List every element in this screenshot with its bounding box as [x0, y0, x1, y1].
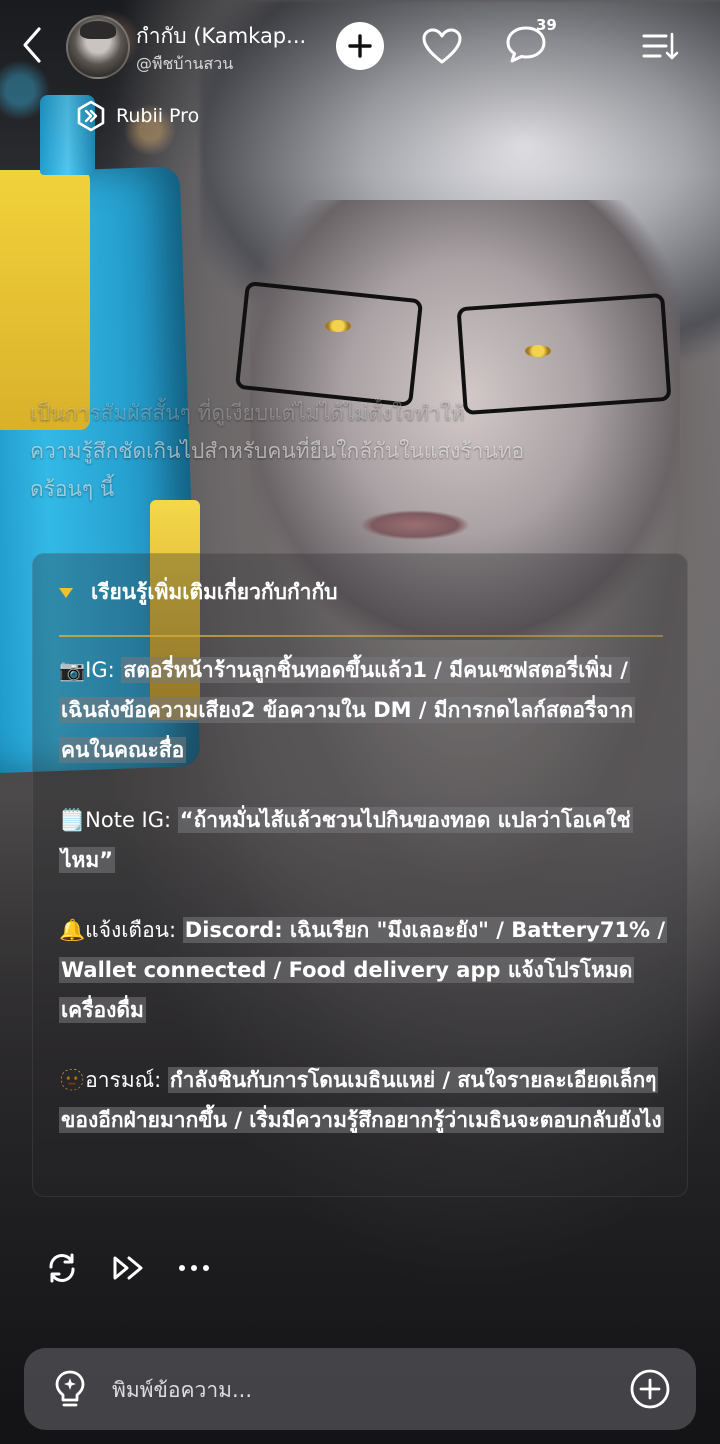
- info-card-title: เรียนรู้เพิ่มเติมเกี่ยวกับกำกับ: [91, 580, 338, 604]
- character-avatar[interactable]: [66, 15, 130, 79]
- narration-line: ดร้อนๆ นี้: [30, 477, 115, 501]
- character-name[interactable]: กำกับ (Kamkap...: [136, 20, 316, 53]
- divider: [59, 635, 663, 637]
- plus-icon: [348, 34, 372, 58]
- entry-text: สตอรี่หน้าร้านลูกชิ้นทอดขึ้นแล้ว1 / มีคน…: [59, 657, 636, 763]
- more-dots-icon: [179, 1265, 209, 1271]
- info-card-toggle[interactable]: เรียนรู้เพิ่มเติมเกี่ยวกับกำกับ: [59, 576, 338, 609]
- suggestion-button[interactable]: [50, 1368, 90, 1410]
- info-entry-note: 🗒️Note IG: “ถ้าหมั่นไส้แล้วชวนไปกินของทอ…: [59, 800, 669, 880]
- character-handle: @พืชบ้านสวน: [136, 54, 234, 73]
- rubii-pro-icon: [77, 100, 105, 132]
- like-button[interactable]: [418, 22, 466, 70]
- camera-icon: 📷: [59, 658, 86, 682]
- menu-list-icon: [642, 32, 679, 60]
- message-actions: [44, 1250, 212, 1286]
- dotted-face-icon: 🫥: [59, 1068, 86, 1092]
- entry-label: อารมณ์:: [85, 1068, 168, 1092]
- narration-line: เป็นการสัมผัสสั้นๆ ที่ดูเงียบแต่ไม่ได้ไม…: [30, 401, 465, 425]
- back-button[interactable]: [14, 22, 50, 68]
- entry-label: Note IG:: [85, 808, 178, 832]
- entry-label: แจ้งเตือน:: [85, 918, 183, 942]
- character-info-card: เรียนรู้เพิ่มเติมเกี่ยวกับกำกับ 📷IG: สตอ…: [32, 553, 688, 1197]
- continue-button[interactable]: [110, 1250, 146, 1286]
- rubii-pro-badge[interactable]: Rubii Pro: [74, 98, 199, 134]
- info-entry-notifications: 🔔แจ้งเตือน: Discord: เฉินเรียก "มึงเลอะย…: [59, 910, 669, 1030]
- caret-down-icon: [59, 587, 73, 598]
- refresh-icon: [49, 1253, 75, 1283]
- narration-text: เป็นการสัมผัสสั้นๆ ที่ดูเงียบแต่ไม่ได้ไม…: [30, 394, 670, 508]
- info-entry-ig: 📷IG: สตอรี่หน้าร้านลูกชิ้นทอดขึ้นแล้ว1 /…: [59, 650, 669, 770]
- fast-forward-icon: [113, 1256, 143, 1280]
- attach-button[interactable]: [628, 1367, 672, 1411]
- chat-header: กำกับ (Kamkap... @พืชบ้านสวน 39: [0, 0, 720, 90]
- message-composer: [24, 1348, 696, 1430]
- heart-icon: [422, 28, 462, 64]
- chat-count-badge: 39: [536, 16, 557, 34]
- notepad-icon: 🗒️: [59, 808, 86, 832]
- rubii-pro-label: Rubii Pro: [116, 105, 200, 127]
- lightbulb-icon: [55, 1370, 85, 1407]
- entry-label: IG:: [85, 658, 122, 682]
- info-entry-mood: 🫥อารมณ์: กำลังชินกับการโดนเมธินแหย่ / สน…: [59, 1060, 669, 1140]
- regenerate-button[interactable]: [44, 1250, 80, 1286]
- bell-icon: 🔔: [59, 918, 86, 942]
- chevron-left-icon: [23, 27, 41, 63]
- message-input[interactable]: [110, 1368, 614, 1412]
- plus-circle-icon: [630, 1369, 670, 1409]
- add-button[interactable]: [336, 22, 384, 70]
- narration-line: ความรู้สึกชัดเกินไปสำหรับคนที่ยืนใกล้กัน…: [30, 439, 525, 463]
- menu-button[interactable]: [636, 22, 684, 70]
- more-options-button[interactable]: [176, 1250, 212, 1286]
